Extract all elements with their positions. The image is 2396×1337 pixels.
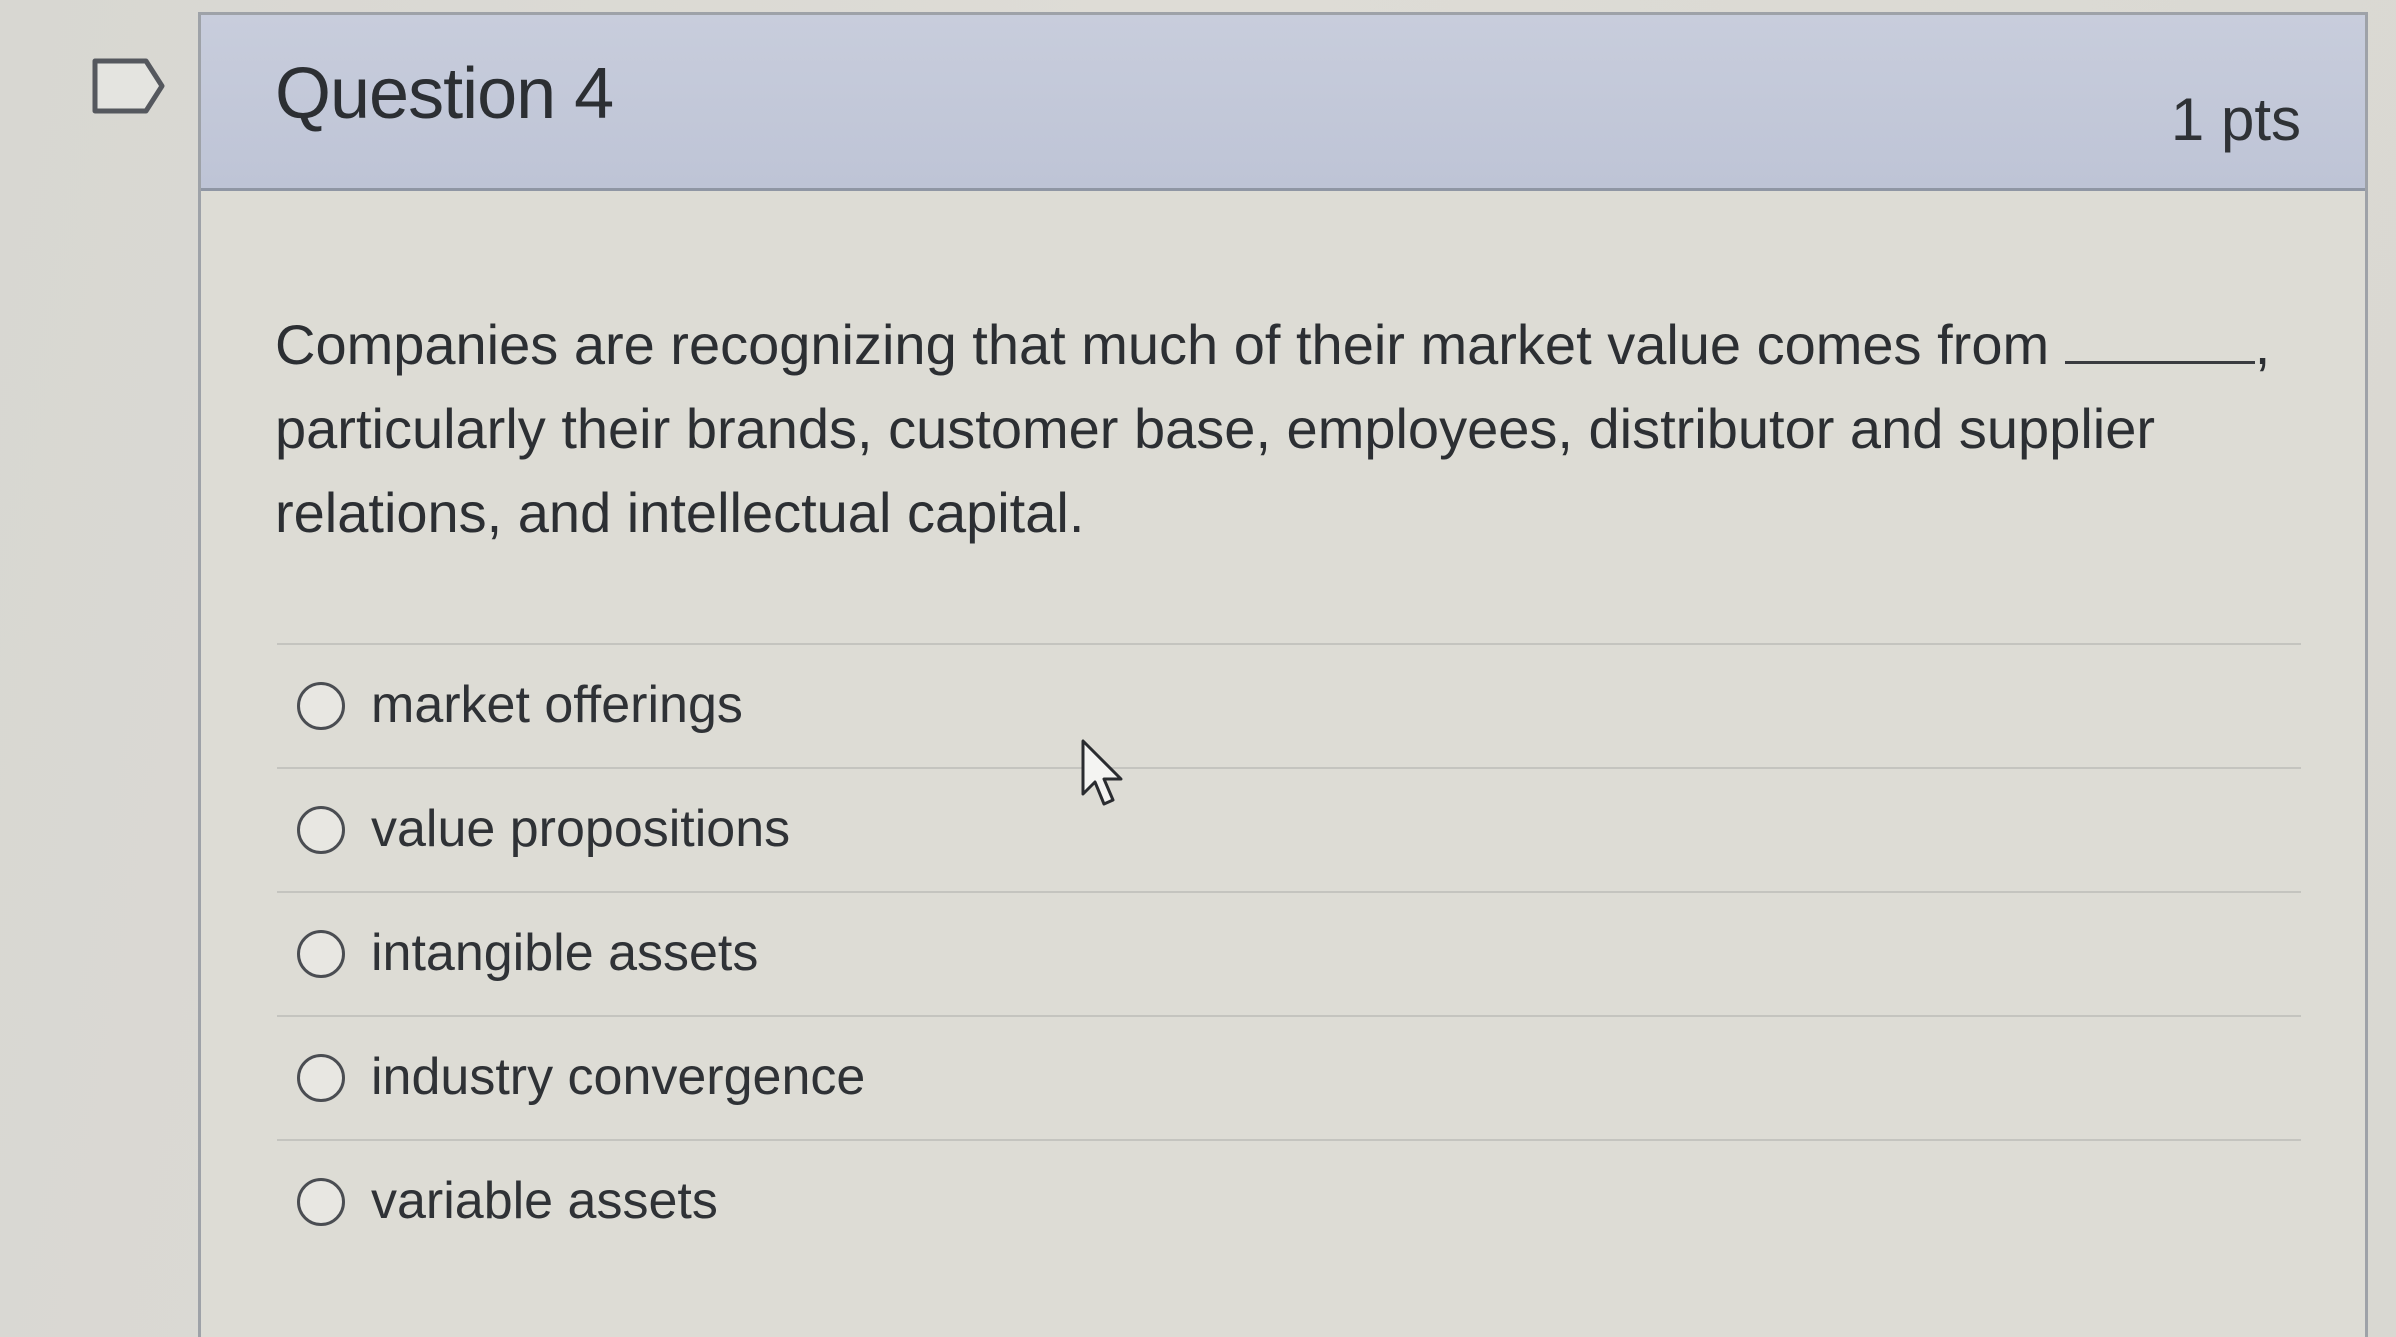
answer-option[interactable]: market offerings [277,643,2301,767]
answer-label[interactable]: variable assets [371,1171,718,1231]
answer-option[interactable]: value propositions [277,767,2301,891]
answer-list: market offerings value propositions inta… [277,643,2301,1263]
mouse-pointer-icon [1081,739,1123,806]
flag-question-icon[interactable] [92,58,166,114]
question-text-before: Companies are recognizing that much of t… [275,313,2065,376]
radio-button[interactable] [297,1054,345,1102]
answer-label[interactable]: market offerings [371,675,743,735]
answer-option[interactable]: variable assets [277,1139,2301,1263]
answer-option[interactable]: intangible assets [277,891,2301,1015]
answer-option[interactable]: industry convergence [277,1015,2301,1139]
radio-button[interactable] [297,1178,345,1226]
question-text: Companies are recognizing that much of t… [275,303,2305,555]
quiz-page: Question 4 1 pts Companies are recognizi… [0,0,2396,1337]
radio-button[interactable] [297,682,345,730]
radio-button[interactable] [297,930,345,978]
question-header: Question 4 1 pts [201,15,2365,191]
answer-label[interactable]: intangible assets [371,923,758,983]
question-title: Question 4 [275,54,614,134]
answer-blank [2064,314,2255,364]
answer-label[interactable]: value propositions [371,799,790,859]
question-points: 1 pts [2170,86,2301,153]
answer-label[interactable]: industry convergence [371,1047,865,1107]
question-card: Question 4 1 pts Companies are recognizi… [198,12,2368,1337]
radio-button[interactable] [297,806,345,854]
